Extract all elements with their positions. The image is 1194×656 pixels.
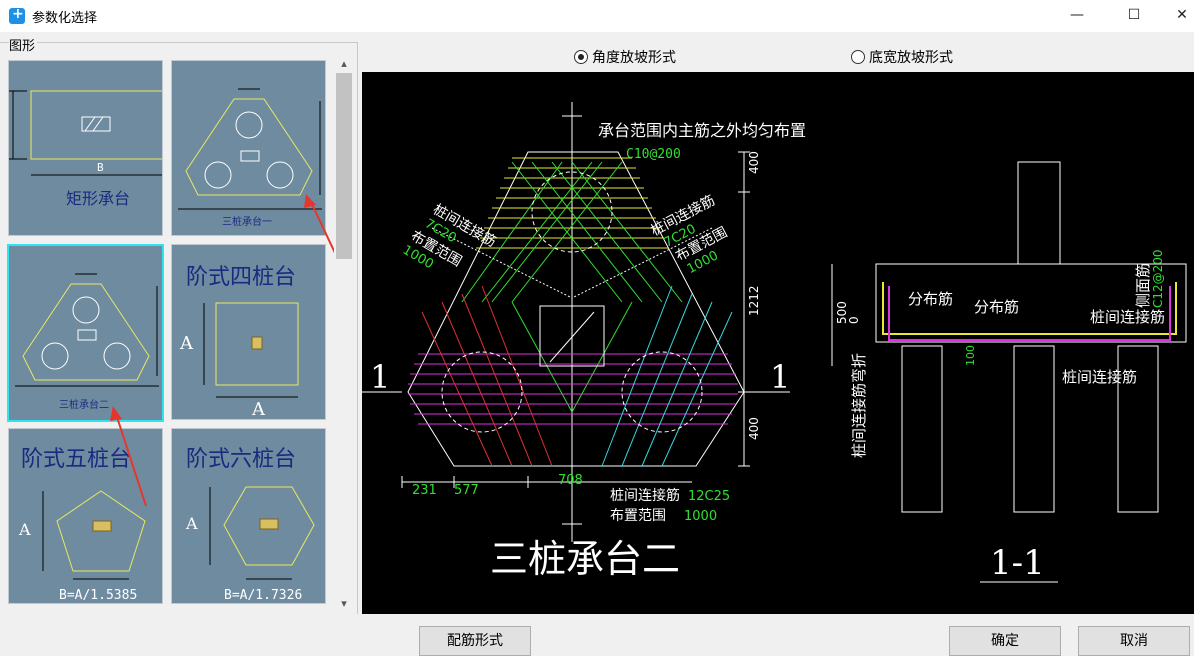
sec-side-rebar: C12@200 bbox=[1151, 249, 1165, 308]
plan-title: 三桩承台二 bbox=[490, 537, 680, 581]
scroll-up-arrow-icon[interactable]: ▴ bbox=[336, 56, 352, 72]
radio-angle-slope-label: 角度放坡形式 bbox=[592, 50, 676, 66]
slope-form-bar bbox=[362, 42, 1194, 72]
dim-1212: 1212 bbox=[747, 285, 761, 316]
sec-dist-2: 分布筋 bbox=[974, 298, 1019, 316]
sec-tie-vertical: 桩间连接筋弯折 bbox=[850, 353, 868, 458]
bottom-tie-label: 桩间连接筋 bbox=[610, 487, 680, 504]
note-top: 承台范围内主筋之外均匀布置 bbox=[598, 121, 806, 140]
section-mark-left: 1 bbox=[370, 358, 390, 396]
dim-577: 577 bbox=[454, 483, 479, 498]
sec-tie-bottom: 桩间连接筋 bbox=[1062, 368, 1137, 386]
scroll-thumb[interactable] bbox=[336, 73, 352, 259]
sec-dist-1: 分布筋 bbox=[908, 290, 953, 308]
sec-dim-100: 100 bbox=[964, 345, 977, 366]
dim-231: 231 bbox=[412, 483, 437, 498]
annotation-arrows bbox=[110, 194, 345, 507]
dim-708: 708 bbox=[558, 473, 583, 488]
bottom-tie-rebar: 12C25 bbox=[688, 489, 730, 504]
minimize-button[interactable]: — bbox=[1057, 4, 1097, 28]
maximize-button[interactable]: ☐ bbox=[1114, 4, 1154, 28]
reinforcement-drawing-canvas: 承台范围内主筋之外均匀布置 C10@200 桩间连接筋 7C20 布置范围 10… bbox=[362, 72, 1194, 614]
rebar-top: C10@200 bbox=[626, 147, 681, 162]
close-button[interactable]: ✕ bbox=[1170, 4, 1194, 28]
bottom-range-value: 1000 bbox=[684, 509, 717, 524]
section-title: 1-1 bbox=[990, 543, 1045, 583]
radio-angle-slope[interactable]: 角度放坡形式 bbox=[574, 47, 676, 67]
sec-dim-0: 0 bbox=[847, 316, 861, 324]
dim-400-bottom: 400 bbox=[747, 417, 761, 440]
sec-tie-top: 桩间连接筋 bbox=[1090, 308, 1165, 326]
radio-bottom-width-slope-label: 底宽放坡形式 bbox=[869, 50, 953, 66]
bottom-range-label: 布置范围 bbox=[610, 507, 666, 524]
dim-400-top: 400 bbox=[747, 151, 761, 174]
scroll-down-arrow-icon[interactable]: ▾ bbox=[336, 596, 352, 612]
section-mark-right: 1 bbox=[770, 358, 790, 396]
radio-dot-checked-icon[interactable] bbox=[574, 50, 588, 64]
sec-side-label: 侧面筋 bbox=[1134, 263, 1152, 308]
radio-bottom-width-slope[interactable]: 底宽放坡形式 bbox=[851, 47, 953, 67]
radio-dot-unchecked-icon[interactable] bbox=[851, 50, 865, 64]
